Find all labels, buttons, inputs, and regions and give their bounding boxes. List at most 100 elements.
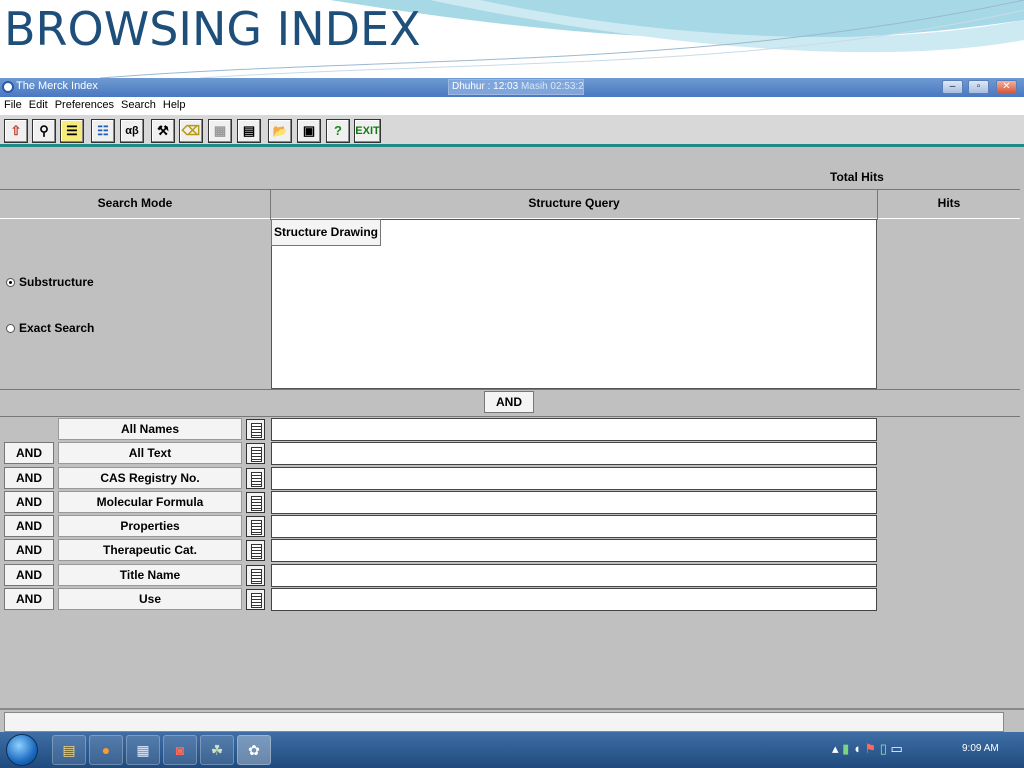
molecular-formula-input[interactable] — [271, 491, 877, 514]
properties-input[interactable] — [271, 515, 877, 538]
maximize-button[interactable]: ▫ — [968, 80, 989, 94]
prayer-time-next: Masih 02:53:28 — [520, 81, 584, 92]
taskbar-clock[interactable]: 9:09 AM — [962, 743, 999, 754]
tray-battery-icon[interactable]: ▯ — [880, 741, 887, 756]
structure-list-icon: ☷ — [97, 123, 109, 138]
tray-monitor-icon[interactable]: ▭ — [890, 741, 902, 756]
app-window: The Merck Index Dhuhur : 12:03 Masih 02:… — [0, 78, 1024, 732]
list-icon[interactable] — [246, 540, 265, 561]
all-names-button[interactable]: All Names — [58, 418, 242, 440]
therapeutic-cat-button[interactable]: Therapeutic Cat. — [58, 539, 242, 561]
substructure-radio[interactable] — [6, 277, 15, 287]
grid-header: Search Mode Structure Query Hits — [0, 189, 1020, 220]
query-row-properties: AND Properties — [0, 515, 1024, 539]
app-icon[interactable]: ☘ — [200, 735, 234, 765]
structure-and-button[interactable]: AND — [484, 391, 534, 413]
menu-edit[interactable]: Edit — [25, 97, 51, 111]
all-text-button[interactable]: All Text — [58, 442, 242, 464]
firefox-icon[interactable]: ● — [89, 735, 123, 765]
query-row-molecular-formula: AND Molecular Formula — [0, 491, 1024, 515]
save-button[interactable]: ▣ — [297, 119, 321, 143]
list-icon[interactable] — [246, 443, 265, 464]
molecular-formula-button[interactable]: Molecular Formula — [58, 491, 242, 513]
all-text-input[interactable] — [271, 442, 877, 465]
slide-header: BROWSING INDEX — [0, 0, 1024, 78]
cas-registry-button[interactable]: CAS Registry No. — [58, 467, 242, 489]
exit-button[interactable]: EXIT — [354, 119, 381, 143]
and-operator-button[interactable]: AND — [4, 491, 54, 513]
exact-search-option[interactable]: Exact Search — [6, 321, 94, 335]
and-operator-button[interactable]: AND — [4, 588, 54, 610]
minimize-button[interactable]: – — [942, 80, 963, 94]
status-bar — [4, 712, 1004, 732]
substructure-label: Substructure — [19, 275, 94, 289]
list-icon[interactable] — [246, 468, 265, 489]
menu-preferences[interactable]: Preferences — [51, 97, 117, 111]
list-button[interactable]: ☰ — [60, 119, 84, 143]
list-icon[interactable] — [246, 589, 265, 610]
merck-index-taskbar-icon[interactable]: ✿ — [237, 735, 271, 765]
divider — [0, 708, 1024, 710]
and-operator-button[interactable]: AND — [4, 467, 54, 489]
export-button[interactable]: ⇧ — [4, 119, 28, 143]
save-icon: ▣ — [302, 123, 316, 138]
book-button[interactable]: ▤ — [237, 119, 261, 143]
open-folder-icon: 📂 — [272, 124, 288, 138]
book-icon: ▤ — [242, 123, 256, 138]
list-icon[interactable] — [246, 516, 265, 537]
query-row-therapeutic: AND Therapeutic Cat. — [0, 539, 1024, 563]
cas-registry-input[interactable] — [271, 467, 877, 490]
structure-drawing-button[interactable]: Structure Drawing — [271, 219, 381, 246]
menu-help[interactable]: Help — [159, 97, 189, 111]
tray-flag-icon[interactable]: ⚑ — [864, 741, 876, 756]
document-icon[interactable]: ▦ — [126, 735, 160, 765]
list-icon: ☰ — [66, 123, 78, 138]
menu-search[interactable]: Search — [117, 97, 159, 111]
close-button[interactable]: ✕ — [996, 80, 1017, 94]
use-input[interactable] — [271, 588, 877, 611]
query-row-cas: AND CAS Registry No. — [0, 467, 1024, 491]
and-operator-button[interactable]: AND — [4, 539, 54, 561]
grid-button[interactable]: ▦ — [208, 119, 232, 143]
substructure-option[interactable]: Substructure — [6, 275, 94, 289]
exact-search-radio[interactable] — [6, 323, 15, 333]
and-operator-button[interactable]: AND — [4, 442, 54, 464]
title-name-input[interactable] — [271, 564, 877, 587]
hits-header: Hits — [937, 196, 961, 210]
tray-network-icon[interactable]: ▮ — [842, 741, 849, 756]
search-button[interactable]: ⚲ — [32, 119, 56, 143]
app-logo-icon — [2, 81, 14, 93]
tray-up-arrow-icon[interactable]: ▴ — [832, 741, 839, 756]
properties-button[interactable]: Properties — [58, 515, 242, 537]
and-operator-button[interactable]: AND — [4, 564, 54, 586]
title-name-button[interactable]: Title Name — [58, 564, 242, 586]
and-operator-button[interactable]: AND — [4, 515, 54, 537]
query-row-all-text: AND All Text — [0, 442, 1024, 466]
use-button[interactable]: Use — [58, 588, 242, 610]
start-button[interactable] — [6, 734, 38, 766]
system-tray: ▴ ▮ ◖ ⚑ ▯ ▭ — [832, 741, 903, 757]
list-icon[interactable] — [246, 419, 265, 440]
greek-button[interactable]: αβ — [120, 119, 144, 143]
open-button[interactable]: 📂 — [268, 119, 292, 143]
list-icon[interactable] — [246, 565, 265, 586]
tray-volume-icon[interactable]: ◖ — [853, 741, 861, 756]
query-row-use: AND Use — [0, 588, 1024, 612]
all-names-input[interactable] — [271, 418, 877, 441]
help-button[interactable]: ? — [326, 119, 350, 143]
folder-icon[interactable]: ▤ — [52, 735, 86, 765]
window-title: The Merck Index — [16, 80, 98, 92]
menu-file[interactable]: File — [0, 97, 25, 111]
pdf-icon[interactable]: ◙ — [163, 735, 197, 765]
tools-button[interactable]: ⚒ — [151, 119, 175, 143]
search-icon: ⚲ — [39, 123, 49, 138]
prayer-time-display: Dhuhur : 12:03 Masih 02:53:28 — [448, 79, 584, 95]
window-titlebar[interactable]: The Merck Index Dhuhur : 12:03 Masih 02:… — [0, 78, 1024, 97]
therapeutic-cat-input[interactable] — [271, 539, 877, 562]
structure-list-button[interactable]: ☷ — [91, 119, 115, 143]
eraser-button[interactable]: ⌫ — [179, 119, 203, 143]
grid-icon: ▦ — [213, 123, 227, 138]
prayer-time-current: Dhuhur : 12:03 — [452, 81, 519, 92]
list-icon[interactable] — [246, 492, 265, 513]
search-mode-header: Search Mode — [0, 190, 271, 220]
